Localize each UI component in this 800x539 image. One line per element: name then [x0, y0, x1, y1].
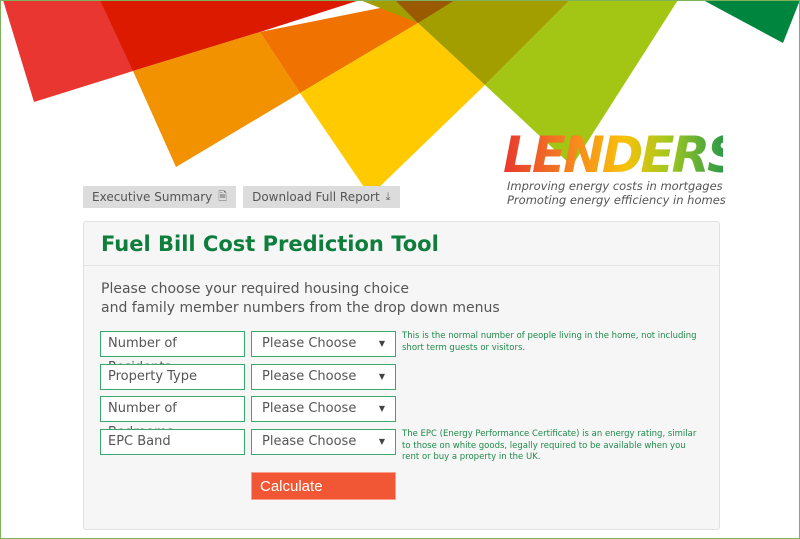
residents-help-text: This is the normal number of people livi…: [402, 331, 697, 353]
field-row-epc-band: EPC Band Please Choose ▼ The EPC (Energy…: [100, 429, 702, 464]
download-full-report-label: Download Full Report: [252, 190, 380, 204]
logo-tagline-1: Improving energy costs in mortgages: [507, 179, 723, 193]
epc-band-select-value: Please Choose: [262, 434, 357, 449]
page-title: Fuel Bill Cost Prediction Tool: [101, 232, 439, 256]
chevron-down-icon: ▼: [378, 404, 385, 413]
logo-wordmark: LENDERS: [503, 126, 743, 184]
residents-label: Number of Residents: [100, 331, 245, 375]
intro-text: Please choose your required housing choi…: [101, 280, 500, 318]
report-buttons: Executive Summary 🗎 Download Full Report…: [83, 186, 400, 208]
executive-summary-button[interactable]: Executive Summary 🗎: [83, 186, 237, 208]
calculate-button[interactable]: Calculate: [251, 472, 396, 500]
download-full-report-button[interactable]: Download Full Report ⤓: [243, 186, 400, 208]
chevron-down-icon: ▼: [378, 372, 385, 381]
bedrooms-label: Number of Bedrooms: [100, 396, 245, 440]
chevron-down-icon: ▼: [378, 437, 385, 446]
executive-summary-label: Executive Summary: [92, 190, 213, 204]
intro-line-1: Please choose your required housing choi…: [101, 281, 410, 297]
field-row-property-type: Property Type Please Choose ▼: [100, 364, 396, 390]
property-type-select[interactable]: Please Choose ▼: [251, 364, 396, 390]
field-row-bedrooms: Number of Bedrooms Please Choose ▼: [100, 396, 396, 440]
document-icon: 🗎: [218, 190, 228, 203]
epc-help-text: The EPC (Energy Performance Certificate)…: [402, 429, 697, 462]
field-row-residents: Number of Residents Please Choose ▼ This…: [100, 331, 702, 375]
download-icon: ⤓: [385, 190, 391, 203]
residents-select[interactable]: Please Choose ▼: [251, 331, 396, 357]
epc-band-select[interactable]: Please Choose ▼: [251, 429, 396, 455]
residents-select-value: Please Choose: [262, 336, 357, 351]
property-type-select-value: Please Choose: [262, 369, 357, 384]
intro-line-2: and family member numbers from the drop …: [101, 300, 500, 316]
lenders-logo: LENDERS Improving energy costs in mortga…: [503, 126, 743, 207]
bedrooms-select-value: Please Choose: [262, 401, 357, 416]
property-type-label: Property Type: [100, 364, 245, 390]
banner-shape-green: [703, 0, 800, 43]
chevron-down-icon: ▼: [378, 339, 385, 348]
bedrooms-select[interactable]: Please Choose ▼: [251, 396, 396, 422]
prediction-tool-panel: Fuel Bill Cost Prediction Tool Please ch…: [83, 221, 720, 530]
panel-header: Fuel Bill Cost Prediction Tool: [84, 222, 719, 266]
logo-tagline-2: Promoting energy efficiency in homes: [507, 193, 726, 207]
epc-band-label: EPC Band: [100, 429, 245, 455]
